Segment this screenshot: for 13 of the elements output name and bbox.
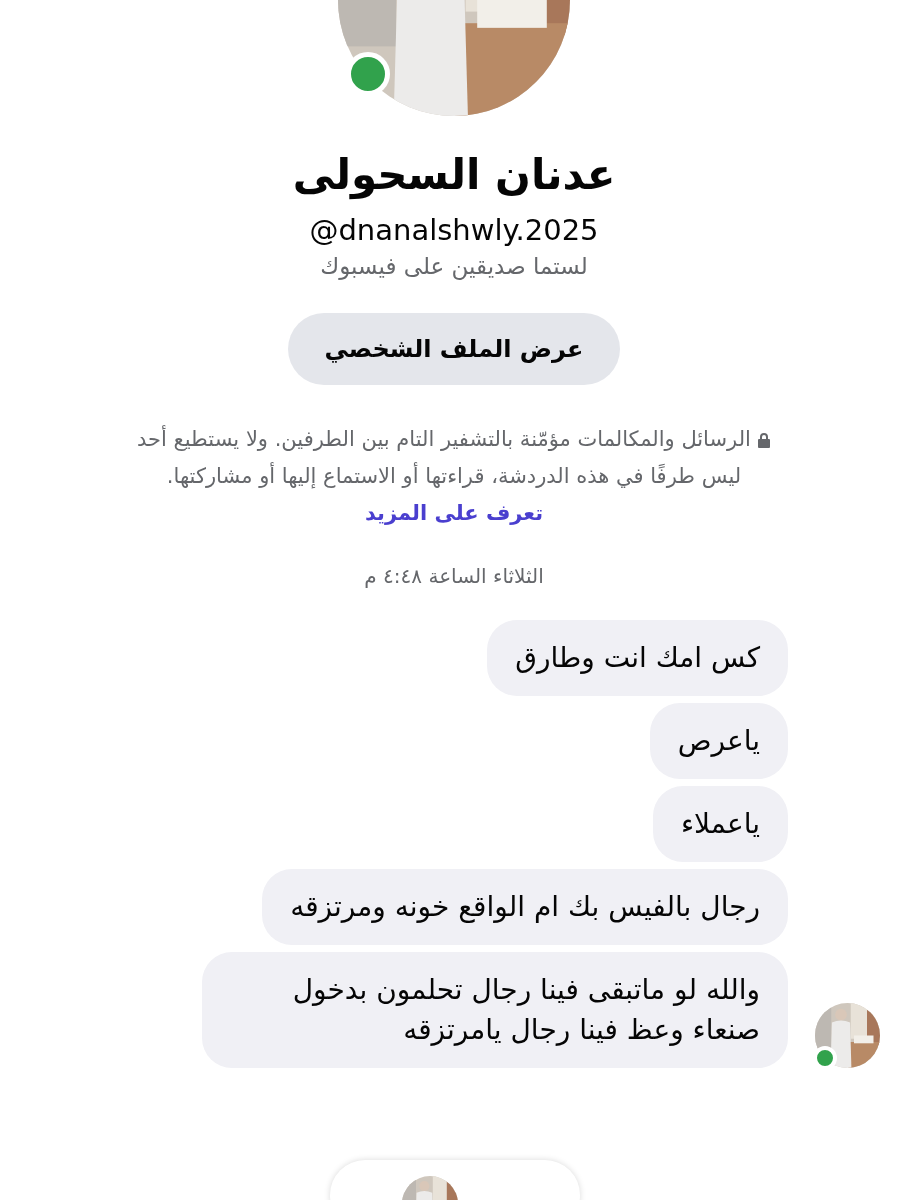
message-bubble: رجال بالفيس بك ام الواقع خونه ومرتزقه bbox=[262, 869, 788, 945]
message-timestamp: الثلاثاء الساعة ٤:٤٨ م bbox=[364, 564, 544, 588]
encryption-notice: الرسائل والمكالمات مؤمّنة بالتشفير التام بين الطرفين. ولا يستطيع أحد ليس طرفًا في هذه الدردشة، قراءتها أو الاستماع إليها أو مشاركتها. تعرف على المزيد bbox=[137, 427, 751, 525]
message-bubble: ياعملاء bbox=[652, 786, 788, 862]
view-profile-button[interactable]: عرض الملف الشخصي bbox=[288, 313, 620, 385]
lock-icon bbox=[756, 432, 771, 448]
learn-more-link[interactable]: تعرف على المزيد bbox=[364, 501, 544, 525]
profile-handle: @dnanalshwly.2025 bbox=[309, 213, 599, 247]
message-bubble: والله لو ماتبقى فينا رجال تحلمون بدخول صنعاء وعظ فينا رجال يامرتزقه bbox=[202, 952, 788, 1068]
friendship-status: لستما صديقين على فيسبوك bbox=[320, 253, 588, 279]
profile-name: عدنان السحولى bbox=[292, 150, 616, 199]
message-bubble: كس امك انت وطارق bbox=[487, 620, 788, 696]
message-bubble: ياعرص bbox=[649, 703, 788, 779]
